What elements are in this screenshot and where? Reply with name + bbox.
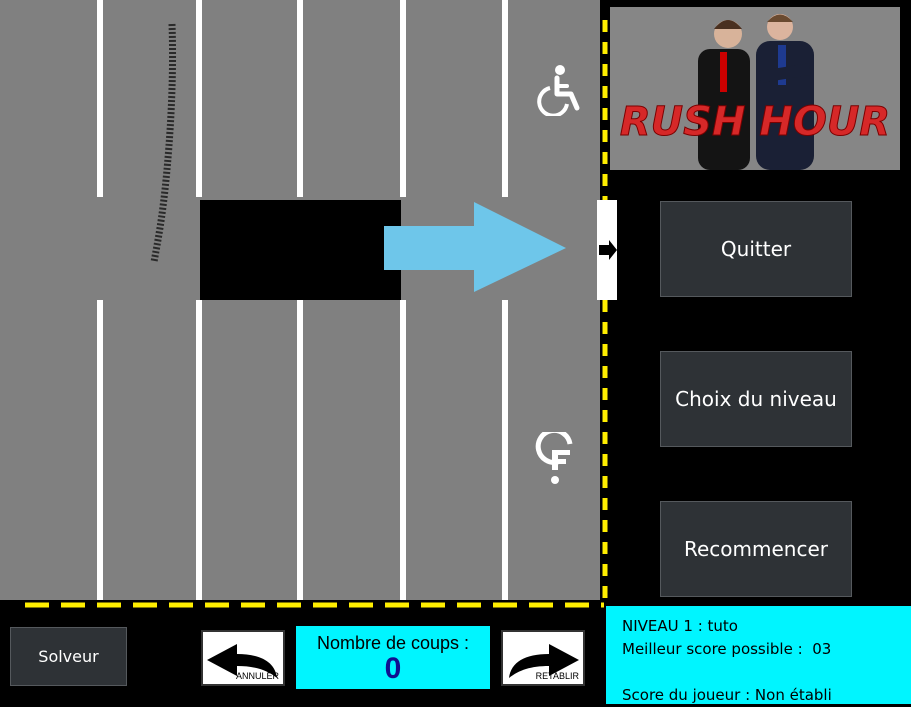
tire-tracks (150, 23, 177, 263)
lane-line (297, 300, 303, 600)
solver-button[interactable]: Solveur (10, 627, 127, 686)
move-counter: Nombre de coups : 0 (296, 626, 490, 689)
exit-direction-arrow (384, 202, 566, 292)
game-board[interactable] (0, 0, 600, 600)
restart-button[interactable]: Recommencer (660, 501, 852, 597)
undo-button[interactable]: ANNULER (201, 630, 285, 686)
banner-title: RUSH HOUR (620, 99, 890, 145)
board-border-bottom (25, 602, 604, 608)
best-score: Meilleur score possible : 03 (622, 640, 832, 658)
level-info-panel: NIVEAU 1 : tuto Meilleur score possible … (606, 606, 911, 704)
lane-line (196, 300, 202, 600)
lane-line (97, 300, 103, 600)
hint-icon[interactable] (532, 427, 578, 494)
lane-line (196, 0, 202, 197)
lane-line (400, 300, 406, 600)
lane-line (297, 0, 303, 197)
wheelchair-icon[interactable] (533, 64, 581, 124)
level-choice-button[interactable]: Choix du niveau (660, 351, 852, 447)
lane-line (502, 300, 508, 600)
move-counter-value: 0 (384, 652, 402, 685)
level-choice-label: Choix du niveau (675, 387, 837, 411)
quit-button[interactable]: Quitter (660, 201, 852, 297)
quit-label: Quitter (720, 237, 792, 261)
redo-label: RETABLIR (535, 671, 579, 681)
redo-button[interactable]: RETABLIR (501, 630, 585, 686)
undo-label: ANNULER (235, 671, 279, 681)
lane-line (400, 0, 406, 197)
rush-hour-banner: RUSH HOUR (610, 7, 900, 170)
move-counter-label: Nombre de coups : (316, 633, 470, 653)
lane-line (97, 0, 103, 197)
board-border-right (602, 20, 608, 605)
lane-line (502, 0, 508, 197)
red-car-player[interactable] (200, 200, 401, 300)
restart-label: Recommencer (683, 537, 828, 561)
solver-label: Solveur (38, 647, 99, 666)
level-name: NIVEAU 1 : tuto (622, 617, 738, 635)
